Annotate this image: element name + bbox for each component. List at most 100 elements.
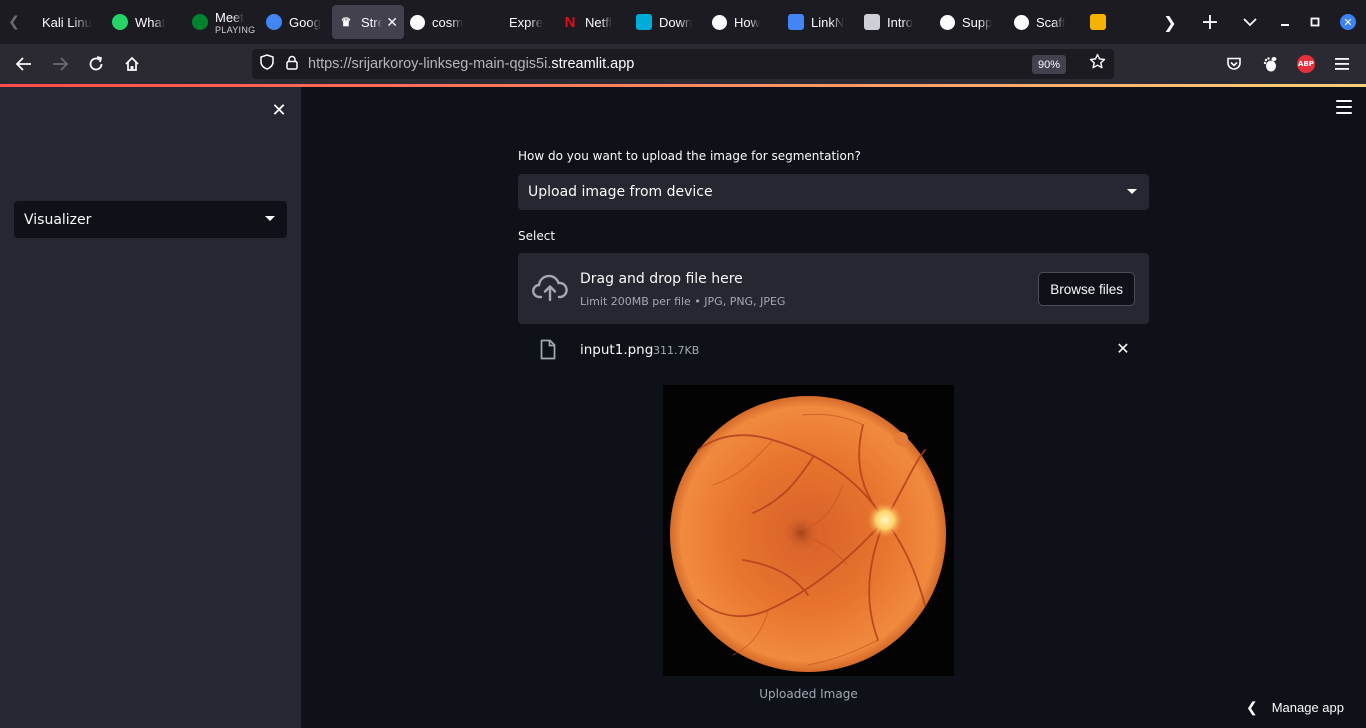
caret-down-icon	[265, 216, 275, 221]
browser-tab-label: Goog	[289, 14, 321, 30]
browser-tab-label: How	[734, 14, 761, 30]
browser-tab[interactable]: Supp	[934, 5, 1008, 39]
uploaded-image	[663, 385, 954, 676]
browser-tab-label: Meet	[215, 9, 244, 25]
browser-tab-label: Scaff	[1036, 14, 1066, 30]
browser-nav-bar: https://srijarkoroy-linkseg-main-qgis5i.…	[0, 44, 1366, 84]
main-menu-icon[interactable]	[1336, 100, 1352, 114]
adblock-plus-icon[interactable]: ABP	[1288, 46, 1324, 82]
gnome-extension-icon[interactable]	[1252, 46, 1288, 82]
sidebar-page-select[interactable]: Visualizer	[14, 201, 287, 238]
browser-tab[interactable]: N Netfl	[556, 5, 630, 39]
url-domain: streamlit.app	[551, 56, 635, 72]
url-text[interactable]: https://srijarkoroy-linkseg-main-qgis5i.…	[308, 56, 634, 72]
browse-files-button[interactable]: Browse files	[1038, 272, 1135, 306]
dropzone-limit-text: Limit 200MB per file • JPG, PNG, JPEG	[580, 295, 786, 308]
browser-tab-label: Down	[659, 14, 693, 30]
streamlit-icon: ♛	[340, 15, 352, 29]
address-bar[interactable]: https://srijarkoroy-linkseg-main-qgis5i.…	[252, 49, 1114, 79]
browser-tab[interactable]: cosm	[404, 5, 480, 39]
close-window-icon[interactable]: ✕	[1330, 0, 1366, 44]
back-icon[interactable]	[6, 46, 42, 82]
browser-tab[interactable]: Meet PLAYING	[186, 5, 260, 39]
manage-app-button[interactable]: ❮ Manage app	[1246, 699, 1344, 716]
minimize-window-icon[interactable]	[1270, 0, 1300, 44]
browser-tab-label: Stre	[361, 14, 383, 30]
sidebar: ✕ Visualizer	[0, 87, 301, 728]
browser-tab-label: Supp	[962, 14, 993, 30]
new-tab-icon[interactable]: +	[1190, 0, 1230, 44]
zoom-level-badge[interactable]: 90%	[1031, 55, 1066, 74]
google-icon	[266, 14, 282, 30]
github-icon	[1014, 14, 1029, 30]
main-content: How do you want to upload the image for …	[301, 87, 1366, 728]
abp-badge: ABP	[1297, 55, 1315, 73]
browser-tab-label: Expre	[509, 14, 543, 30]
browser-tab[interactable]: Down	[630, 5, 706, 39]
browser-tab-label: Kali Linu	[42, 14, 92, 30]
bookmark-star-icon[interactable]	[1089, 53, 1106, 74]
browser-tab[interactable]: Goog	[260, 5, 332, 39]
express-icon	[486, 14, 502, 30]
browser-tab-label: Intro	[887, 14, 914, 30]
file-uploader-label: Select	[518, 229, 556, 243]
browser-tab[interactable]: Expre	[480, 5, 556, 39]
dropzone-title: Drag and drop file here	[580, 271, 743, 287]
close-tab-icon[interactable]: ✕	[386, 14, 398, 31]
sidebar-select-value: Visualizer	[24, 211, 92, 228]
browser-tab-label: Netfl	[585, 14, 612, 30]
sidebar-close-icon[interactable]: ✕	[268, 99, 290, 121]
browser-tab[interactable]: Scaff	[1008, 5, 1084, 39]
uploaded-file-size: 311.7KB	[653, 344, 700, 357]
upload-method-label: How do you want to upload the image for …	[518, 149, 861, 163]
browser-tab[interactable]: What	[106, 5, 186, 39]
gc-icon	[864, 14, 880, 30]
pocket-icon[interactable]	[1216, 46, 1252, 82]
netflix-icon: N	[564, 13, 576, 31]
browser-tab[interactable]: ♛ Stre ✕	[332, 5, 404, 39]
browser-tab-bar: ❮ Kali Linu What Meet PLAYING Goog ♛ Stre ✕ cosm…	[0, 0, 1366, 44]
home-icon[interactable]	[114, 46, 150, 82]
browser-tab[interactable]: How	[706, 5, 782, 39]
docs-icon	[788, 14, 804, 30]
url-prefix: https://srijarkoroy-linkseg-main-qgis5i.	[308, 56, 552, 72]
file-icon	[540, 339, 556, 360]
retina-fundus-image	[670, 396, 946, 672]
tab-scroll-left-icon[interactable]: ❮	[0, 0, 28, 44]
tab-scroll-right-icon[interactable]: ❯	[1150, 0, 1190, 44]
github-icon	[940, 14, 955, 30]
tracking-protection-icon[interactable]	[260, 54, 274, 74]
browser-tab-label: cosm	[432, 14, 464, 30]
whatsapp-icon	[112, 14, 128, 30]
remove-file-icon[interactable]: ✕	[1113, 338, 1133, 358]
uploaded-file-name: input1.png	[580, 342, 654, 358]
browser-tab[interactable]: LinkN	[782, 5, 858, 39]
golang-icon	[636, 14, 652, 30]
tab-playing-label: PLAYING	[215, 25, 256, 35]
uploaded-file-row: input1.png 311.7KB ✕	[518, 335, 1149, 365]
forward-icon[interactable]	[42, 46, 78, 82]
browser-tab[interactable]: Kali Linu	[28, 5, 106, 39]
image-caption: Uploaded Image	[759, 687, 858, 701]
manage-app-label: Manage app	[1271, 700, 1344, 715]
app-menu-icon[interactable]	[1324, 46, 1360, 82]
browser-tab[interactable]: (	[1084, 5, 1112, 39]
slides-icon	[1090, 14, 1106, 30]
upload-method-value: Upload image from device	[528, 184, 713, 200]
file-dropzone[interactable]: Drag and drop file here Limit 200MB per …	[518, 253, 1149, 324]
maximize-window-icon[interactable]	[1300, 0, 1330, 44]
browser-tab-label: What	[135, 14, 166, 30]
reload-icon[interactable]	[78, 46, 114, 82]
lock-icon[interactable]	[286, 55, 298, 74]
github-icon	[410, 14, 425, 30]
tab-controls: ❯ + ✕	[1150, 0, 1366, 44]
caret-down-icon	[1127, 189, 1137, 194]
browser-tab-label: LinkN	[811, 14, 845, 30]
chevron-left-icon: ❮	[1245, 699, 1258, 715]
upload-method-select[interactable]: Upload image from device	[518, 174, 1149, 210]
list-all-tabs-icon[interactable]	[1230, 0, 1270, 44]
toolbar-extensions: ABP	[1216, 44, 1366, 84]
browser-tab[interactable]: Intro	[858, 5, 934, 39]
github-icon	[712, 14, 727, 30]
meet-icon	[192, 14, 208, 30]
